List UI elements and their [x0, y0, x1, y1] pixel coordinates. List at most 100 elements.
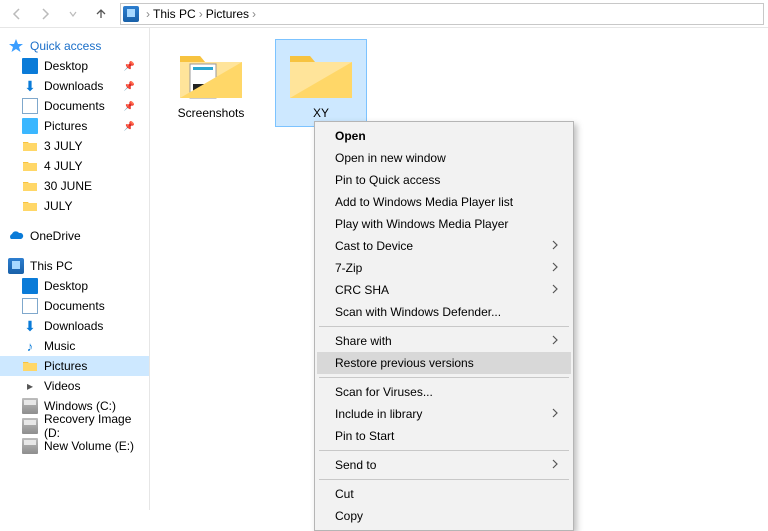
- sidebar-item-label: Documents: [44, 99, 105, 113]
- drive-icon: [22, 418, 38, 434]
- context-menu-label: Pin to Start: [335, 429, 394, 443]
- address-bar: › This PC › Pictures ›: [0, 0, 768, 28]
- desktop-icon: [22, 278, 38, 294]
- context-menu-item[interactable]: Pin to Quick access: [317, 169, 571, 191]
- context-menu-item[interactable]: Open in new window: [317, 147, 571, 169]
- context-menu-label: Cast to Device: [335, 239, 413, 253]
- sidebar-item-label: 3 JULY: [44, 139, 82, 153]
- context-menu-label: Copy: [335, 509, 363, 523]
- chevron-right-icon: ›: [252, 7, 256, 21]
- sidebar-item[interactable]: ♪Music: [0, 336, 149, 356]
- context-menu-item[interactable]: Copy: [317, 505, 571, 527]
- music-icon: ♪: [22, 338, 38, 354]
- chevron-right-icon: ›: [199, 7, 203, 21]
- chevron-right-icon: [551, 239, 559, 253]
- pictures-icon: [22, 118, 38, 134]
- quick-access-group: Quick access Desktop📌⬇Downloads📌Document…: [0, 36, 149, 216]
- pin-icon: 📌: [124, 61, 135, 72]
- sidebar-item[interactable]: 4 JULY: [0, 156, 149, 176]
- sidebar-item-label: 30 JUNE: [44, 179, 92, 193]
- context-menu-label: Cut: [335, 487, 354, 501]
- this-pc-group: This PC Desktop Documents ⬇Downloads♪Music…: [0, 256, 149, 456]
- sidebar-item-label: Desktop: [44, 279, 88, 293]
- folder-icon: [22, 358, 38, 374]
- context-menu-item[interactable]: Pin to Start: [317, 425, 571, 447]
- context-menu-item[interactable]: Cast to Device: [317, 235, 571, 257]
- context-menu-label: Include in library: [335, 407, 422, 421]
- chevron-right-icon: [551, 458, 559, 472]
- folder-item-screenshots[interactable]: Screenshots: [166, 40, 256, 126]
- folder-icon: [22, 138, 38, 154]
- breadcrumb-segment[interactable]: Pictures: [206, 7, 249, 21]
- context-menu-label: Scan for Viruses...: [335, 385, 433, 399]
- nav-forward-button[interactable]: [32, 2, 58, 26]
- sidebar-item[interactable]: ⬇Downloads📌: [0, 76, 149, 96]
- sidebar-label: OneDrive: [30, 229, 81, 243]
- video-icon: ▸: [22, 378, 38, 394]
- context-menu-item[interactable]: Add to Windows Media Player list: [317, 191, 571, 213]
- sidebar-header-quick-access[interactable]: Quick access: [0, 36, 149, 56]
- context-menu-item[interactable]: Include in library: [317, 403, 571, 425]
- onedrive-group: OneDrive: [0, 226, 149, 246]
- context-menu-item[interactable]: Open: [317, 125, 571, 147]
- sidebar-label: This PC: [30, 259, 73, 273]
- sidebar-item-label: JULY: [44, 199, 72, 213]
- context-menu-label: Send to: [335, 458, 376, 472]
- context-menu-item[interactable]: Scan for Viruses...: [317, 381, 571, 403]
- sidebar-item[interactable]: ▸Videos: [0, 376, 149, 396]
- sidebar-item-label: Desktop: [44, 59, 88, 73]
- context-menu-item[interactable]: Scan with Windows Defender...: [317, 301, 571, 323]
- drive-icon: [22, 438, 38, 454]
- context-menu-label: Scan with Windows Defender...: [335, 305, 501, 319]
- sidebar-item-label: Pictures: [44, 359, 87, 373]
- sidebar-item[interactable]: Pictures📌: [0, 116, 149, 136]
- sidebar-header-this-pc[interactable]: This PC: [0, 256, 149, 276]
- pin-icon: 📌: [124, 101, 135, 112]
- context-menu-label: Add to Windows Media Player list: [335, 195, 513, 209]
- sidebar-item-label: Recovery Image (D:: [44, 412, 141, 440]
- sidebar-item[interactable]: New Volume (E:): [0, 436, 149, 456]
- context-menu-item[interactable]: 7-Zip: [317, 257, 571, 279]
- document-icon: [22, 298, 38, 314]
- folder-icon: [22, 158, 38, 174]
- folder-icon: [22, 198, 38, 214]
- sidebar-item[interactable]: Desktop 📌: [0, 56, 149, 76]
- sidebar-item-label: Documents: [44, 299, 105, 313]
- context-menu-item[interactable]: CRC SHA: [317, 279, 571, 301]
- address-box[interactable]: › This PC › Pictures ›: [120, 3, 764, 25]
- sidebar-item[interactable]: ⬇Downloads: [0, 316, 149, 336]
- context-menu-item[interactable]: Share with: [317, 330, 571, 352]
- sidebar-label: Quick access: [30, 39, 101, 53]
- sidebar-header-onedrive[interactable]: OneDrive: [0, 226, 149, 246]
- star-icon: [8, 38, 24, 54]
- sidebar-item[interactable]: Pictures: [0, 356, 149, 376]
- context-menu-item[interactable]: Send to: [317, 454, 571, 476]
- nav-recent-dropdown[interactable]: [60, 2, 86, 26]
- sidebar-item[interactable]: Documents 📌: [0, 96, 149, 116]
- context-menu-item[interactable]: Play with Windows Media Player: [317, 213, 571, 235]
- menu-separator: [319, 377, 569, 378]
- sidebar-item[interactable]: JULY: [0, 196, 149, 216]
- this-pc-icon: [123, 6, 139, 22]
- context-menu-label: Open: [335, 129, 366, 143]
- sidebar-item[interactable]: 3 JULY: [0, 136, 149, 156]
- context-menu-item[interactable]: Cut: [317, 483, 571, 505]
- sidebar-item-label: 4 JULY: [44, 159, 82, 173]
- chevron-right-icon: [551, 407, 559, 421]
- context-menu-label: Play with Windows Media Player: [335, 217, 508, 231]
- context-menu-label: CRC SHA: [335, 283, 389, 297]
- folder-item-selected[interactable]: XY: [276, 40, 366, 126]
- sidebar-item[interactable]: Recovery Image (D:: [0, 416, 149, 436]
- folder-icon: [22, 178, 38, 194]
- sidebar-item[interactable]: Documents: [0, 296, 149, 316]
- chevron-right-icon: [551, 334, 559, 348]
- nav-up-button[interactable]: [88, 2, 114, 26]
- sidebar-item[interactable]: 30 JUNE: [0, 176, 149, 196]
- folder-icon: [286, 46, 356, 102]
- nav-back-button[interactable]: [4, 2, 30, 26]
- download-icon: ⬇: [22, 78, 38, 94]
- context-menu-label: Open in new window: [335, 151, 446, 165]
- breadcrumb-segment[interactable]: This PC: [153, 7, 196, 21]
- context-menu-item[interactable]: Restore previous versions: [317, 352, 571, 374]
- sidebar-item[interactable]: Desktop: [0, 276, 149, 296]
